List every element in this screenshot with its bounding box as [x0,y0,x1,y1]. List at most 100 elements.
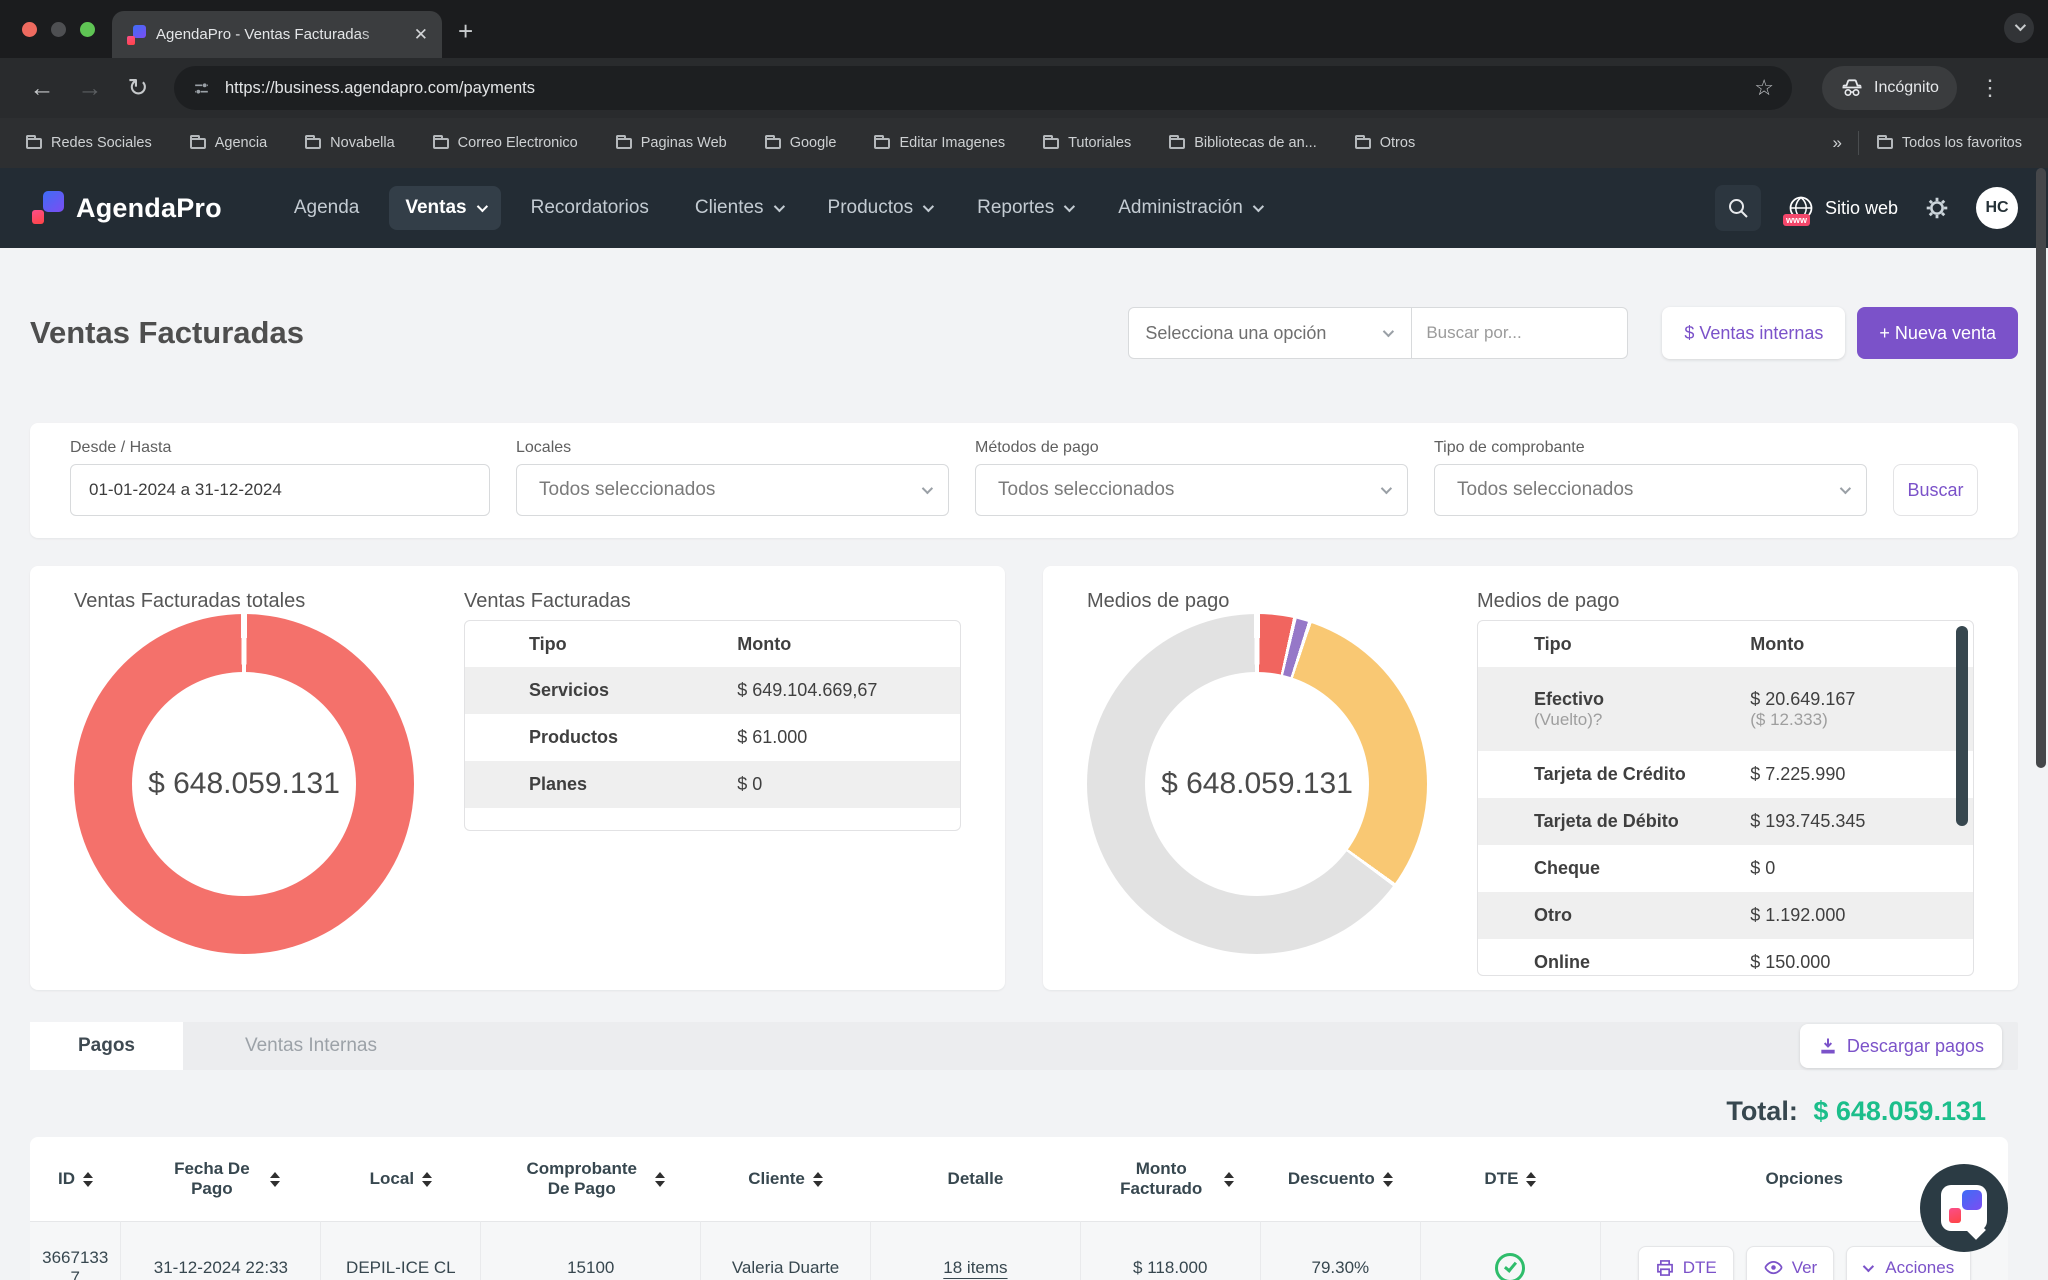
option-select[interactable]: Selecciona una opción [1128,307,1412,359]
chevron-down-icon [773,201,784,212]
date-range-label: Desde / Hasta [70,439,490,457]
payment-methods-label: Métodos de pago [975,439,1408,457]
bookmark-folder[interactable]: Otros [1355,135,1415,151]
bookmark-folder[interactable]: Tutoriales [1043,135,1131,151]
bookmark-folder[interactable]: Redes Sociales [26,135,152,151]
column-header-dte[interactable]: DTE [1420,1137,1600,1222]
column-header-monto-facturado[interactable]: Monto Facturado [1080,1137,1260,1222]
tab-pagos[interactable]: Pagos [30,1022,183,1070]
page-scrollbar[interactable] [2036,168,2046,768]
tab-ventas-internas[interactable]: Ventas Internas [183,1022,439,1070]
incognito-badge: Incógnito [1822,66,1957,110]
donut-center-value: $ 648.059.131 [148,767,340,801]
column-header-cliente[interactable]: Cliente [701,1137,871,1222]
all-bookmarks-folder[interactable]: Todos los favoritos [1877,135,2022,151]
maximize-window-button[interactable] [80,22,95,37]
ventas-totales-donut-chart: $ 648.059.131 [74,614,414,954]
reload-icon[interactable]: ↻ [114,73,162,103]
cell-id: 36671337 [30,1222,121,1280]
bookmark-folder[interactable]: Bibliotecas de an... [1169,135,1317,151]
agendapro-logo[interactable]: AgendaPro [30,191,222,225]
search-input[interactable] [1412,307,1628,359]
column-header-descuento[interactable]: Descuento [1260,1137,1420,1222]
nav-item-productos[interactable]: Productos [812,186,948,230]
buscar-button[interactable]: Buscar [1893,464,1978,516]
nav-item-recordatorios[interactable]: Recordatorios [515,186,665,230]
agendapro-chat-icon [1941,1185,1987,1231]
bookmarks-overflow-icon[interactable]: » [1832,133,1839,153]
folder-icon [305,138,321,149]
medios-de-pago-table: Tipo Monto Efectivo (Vuelto)? $ 20.649.1… [1477,620,1974,976]
date-range-input[interactable] [70,464,490,516]
minimize-window-button[interactable] [51,22,66,37]
column-header-fecha[interactable]: Fecha De Pago [121,1137,321,1222]
bookmark-folder[interactable]: Novabella [305,135,395,151]
dte-button[interactable]: DTE [1638,1246,1734,1280]
nav-item-clientes[interactable]: Clientes [679,186,798,230]
nav-item-reportes[interactable]: Reportes [961,186,1088,230]
bookmark-folder[interactable]: Editar Imagenes [874,135,1005,151]
tab-search-button[interactable] [2004,13,2034,43]
back-icon[interactable]: ← [18,74,66,103]
items-detail-link[interactable]: 18 items [943,1258,1007,1277]
agendapro-favicon-icon [126,25,146,45]
search-button[interactable] [1715,185,1761,231]
tab-title: AgendaPro - Ventas Facturadas [156,26,394,43]
table-header-row: ID Fecha De Pago Local Comprobante De Pa… [30,1137,2008,1222]
nav-item-administracion[interactable]: Administración [1102,186,1277,230]
user-avatar[interactable]: HC [1976,187,2018,229]
payment-methods-select[interactable]: Todos seleccionados [975,464,1408,516]
help-icon[interactable]: ? [1593,710,1602,729]
nav-item-agenda[interactable]: Agenda [278,186,376,230]
sort-icon[interactable] [813,1172,823,1187]
cell-cliente: Valeria Duarte [701,1222,871,1280]
site-settings-icon[interactable] [192,79,211,98]
nav-item-ventas[interactable]: Ventas [389,186,500,230]
cell-local: DEPIL-ICE CL [321,1222,481,1280]
locales-select[interactable]: Todos seleccionados [516,464,949,516]
browser-menu-icon[interactable]: ⋮ [1979,75,2001,101]
ventas-internas-button[interactable]: $ Ventas internas [1662,307,1845,359]
sort-icon[interactable] [1383,1172,1393,1187]
bookmark-folder[interactable]: Paginas Web [616,135,727,151]
descargar-pagos-button[interactable]: Descargar pagos [1800,1024,2002,1068]
browser-tab[interactable]: AgendaPro - Ventas Facturadas ✕ [112,11,442,58]
column-header-id[interactable]: ID [30,1137,121,1222]
sort-icon[interactable] [270,1172,280,1187]
url-text[interactable]: https://business.agendapro.com/payments [225,79,1740,98]
bookmark-folder[interactable]: Correo Electronico [433,135,578,151]
window-controls[interactable] [22,22,95,37]
sort-icon[interactable] [1224,1172,1234,1187]
ventas-totales-card: Ventas Facturadas totales $ 648.059.131 … [30,566,1005,990]
url-bar[interactable]: https://business.agendapro.com/payments … [174,66,1792,110]
bookmark-folder[interactable]: Agencia [190,135,267,151]
sort-icon[interactable] [422,1172,432,1187]
www-badge: www [1783,214,1810,226]
folder-icon [1169,138,1185,149]
chevron-down-icon [1381,483,1392,494]
ver-button[interactable]: Ver [1746,1246,1835,1280]
column-header-comprobante[interactable]: Comprobante De Pago [481,1137,701,1222]
sort-icon[interactable] [655,1172,665,1187]
column-header-tipo: Tipo [1478,634,1750,655]
table-scrollbar[interactable] [1956,626,1968,826]
chat-widget-button[interactable] [1920,1164,2008,1252]
site-web-link[interactable]: www Sitio web [1787,194,1898,222]
gear-icon[interactable] [1924,195,1950,221]
bookmark-folder[interactable]: Google [765,135,837,151]
sort-icon[interactable] [1526,1172,1536,1187]
sort-icon[interactable] [83,1172,93,1187]
new-tab-button[interactable]: + [458,18,473,44]
column-header-local[interactable]: Local [321,1137,481,1222]
close-window-button[interactable] [22,22,37,37]
nueva-venta-button[interactable]: + Nueva venta [1857,307,2018,359]
forward-icon[interactable]: → [66,74,114,103]
table-row: Tarjeta de Débito $ 193.745.345 [1478,798,1973,845]
search-icon [1726,196,1750,220]
acciones-button[interactable]: Acciones [1846,1246,1971,1280]
chart-title: Medios de pago [1087,588,1427,614]
tab-close-icon[interactable]: ✕ [414,25,428,45]
bookmark-star-icon[interactable]: ☆ [1754,75,1774,101]
donut-center-value: $ 648.059.131 [1161,767,1353,801]
voucher-type-select[interactable]: Todos seleccionados [1434,464,1867,516]
